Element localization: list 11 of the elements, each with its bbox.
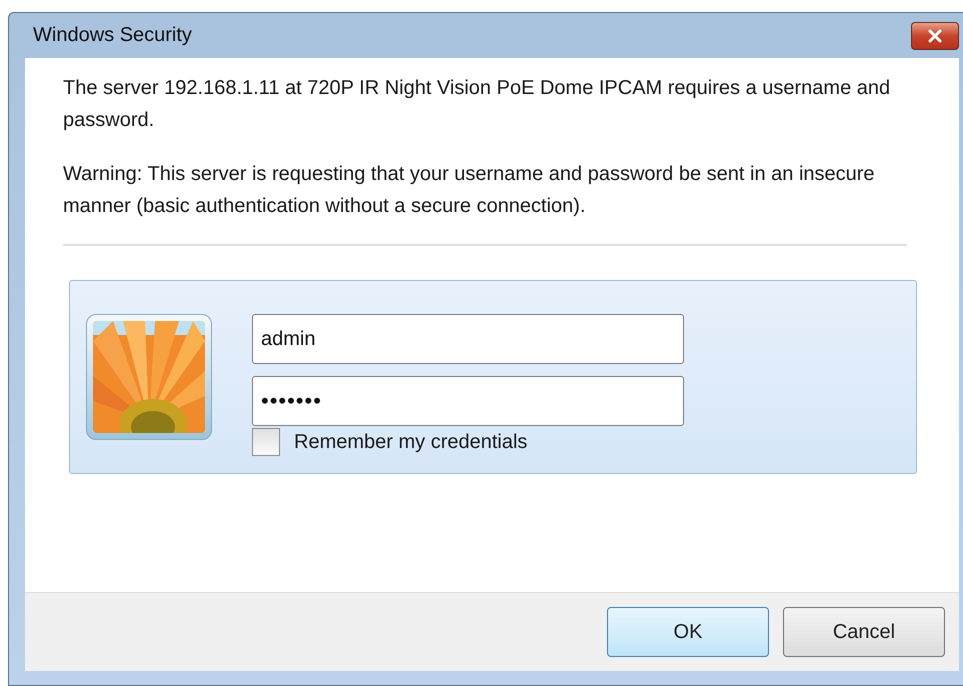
password-field[interactable]: ••••••• [252, 376, 684, 426]
message-text: The server 192.168.1.11 at 720P IR Night Vision PoE Dome IPCAM requires a username and password. [63, 76, 892, 133]
remember-label[interactable]: Remember my credentials [294, 430, 528, 454]
ok-button[interactable]: OK [607, 607, 769, 657]
close-button[interactable] [911, 22, 959, 50]
close-icon [927, 28, 943, 42]
username-field[interactable]: admin [252, 314, 684, 364]
cancel-button[interactable]: Cancel [783, 607, 945, 657]
window-title: Windows Security [33, 24, 192, 47]
remember-checkbox[interactable] [252, 428, 280, 456]
warning-text: Warning: This server is requesting that your username and password be sent in an insecure manner (basic authentication without a secure connection). [63, 162, 876, 219]
